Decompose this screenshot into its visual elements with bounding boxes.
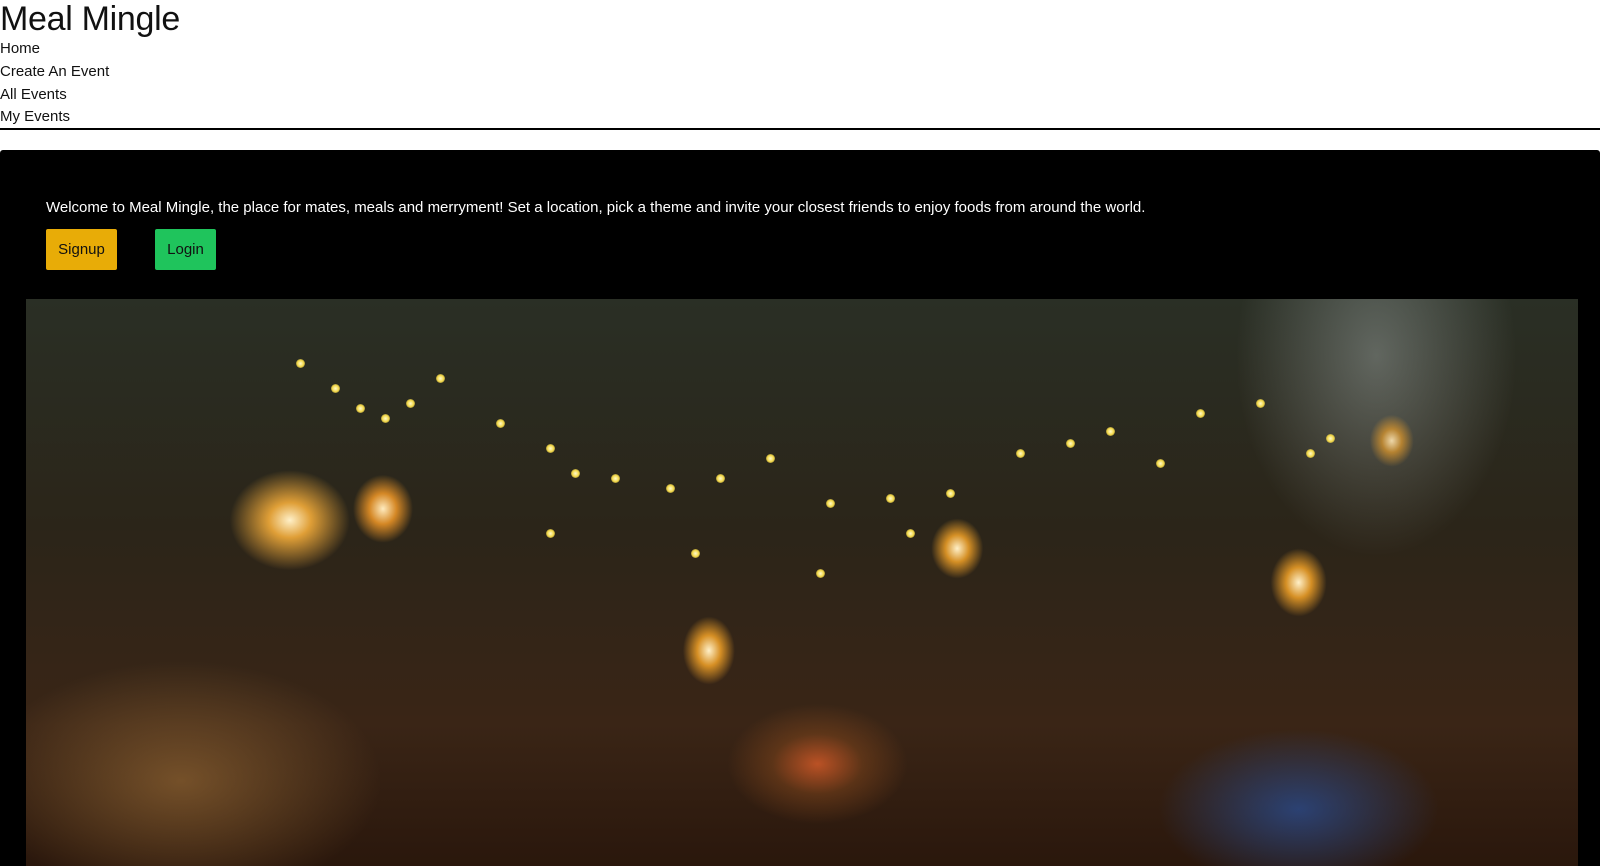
string-light: [571, 469, 580, 478]
string-light: [691, 549, 700, 558]
login-button[interactable]: Login: [155, 229, 216, 270]
main-nav: Home Create An Event All Events My Event…: [0, 38, 1600, 129]
string-light: [906, 529, 915, 538]
string-light: [716, 474, 725, 483]
string-light: [406, 399, 415, 408]
nav-item-home[interactable]: Home: [0, 38, 1600, 61]
string-light: [1196, 409, 1205, 418]
string-light: [826, 499, 835, 508]
site-title[interactable]: Meal Mingle: [0, 0, 1600, 38]
welcome-text: Welcome to Meal Mingle, the place for ma…: [46, 199, 1146, 216]
nav-link-create-event[interactable]: Create An Event: [0, 63, 109, 80]
string-light: [1016, 449, 1025, 458]
string-light: [1106, 427, 1115, 436]
string-light: [546, 529, 555, 538]
string-light: [946, 489, 955, 498]
string-light: [356, 404, 365, 413]
nav-link-home[interactable]: Home: [0, 40, 40, 57]
nav-item-create-event[interactable]: Create An Event: [0, 61, 1600, 84]
string-light: [1066, 439, 1075, 448]
nav-link-my-events[interactable]: My Events: [0, 108, 70, 125]
nav-item-all-events[interactable]: All Events: [0, 84, 1600, 107]
string-light: [766, 454, 775, 463]
string-light: [611, 474, 620, 483]
signup-button[interactable]: Signup: [46, 229, 117, 270]
string-light: [1156, 459, 1165, 468]
dinner-party-photo: [26, 299, 1578, 866]
site-header: Meal Mingle Home Create An Event All Eve…: [0, 0, 1600, 130]
string-light: [1326, 434, 1335, 443]
hero-section: Welcome to Meal Mingle, the place for ma…: [0, 150, 1600, 866]
string-light: [666, 484, 675, 493]
nav-link-all-events[interactable]: All Events: [0, 86, 67, 103]
string-light: [546, 444, 555, 453]
string-light: [886, 494, 895, 503]
string-light: [296, 359, 305, 368]
nav-item-my-events[interactable]: My Events: [0, 106, 1600, 129]
string-light: [331, 384, 340, 393]
string-light: [1256, 399, 1265, 408]
string-light: [496, 419, 505, 428]
string-light: [1306, 449, 1315, 458]
string-light: [436, 374, 445, 383]
string-light: [381, 414, 390, 423]
string-light: [816, 569, 825, 578]
